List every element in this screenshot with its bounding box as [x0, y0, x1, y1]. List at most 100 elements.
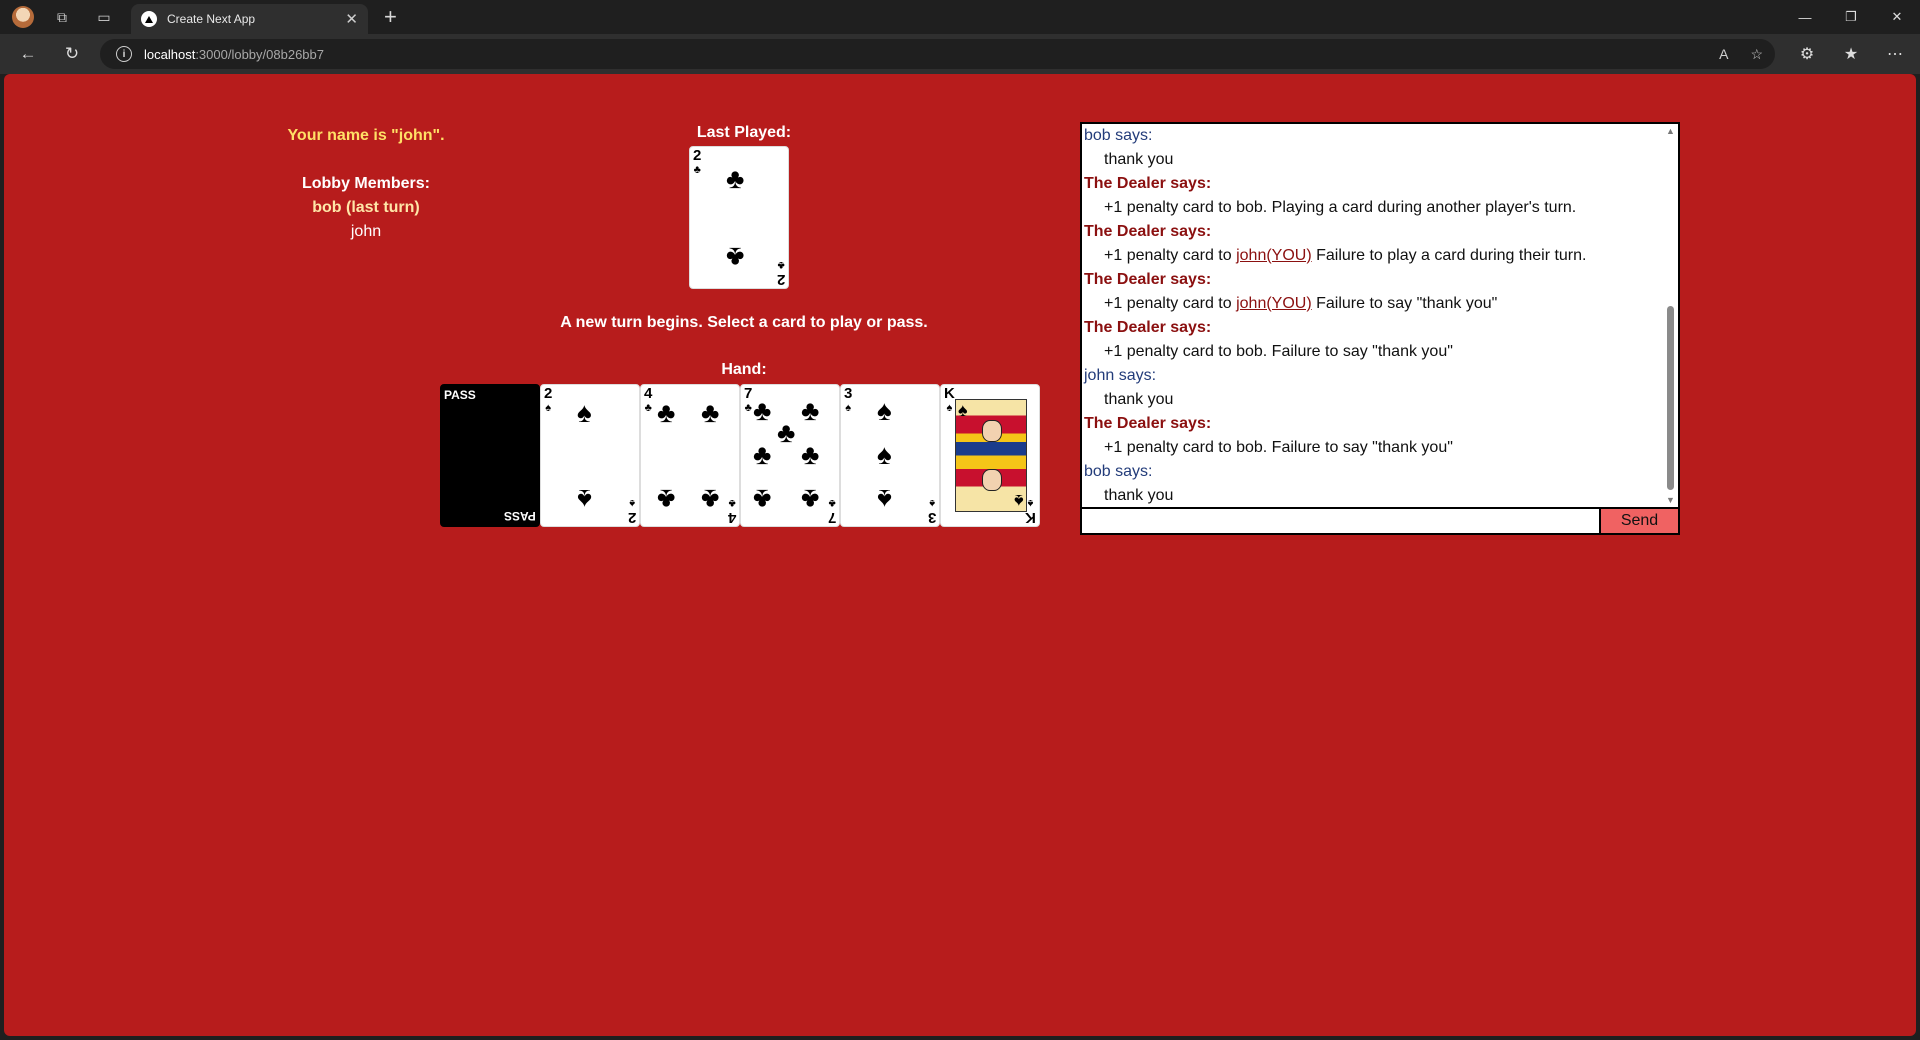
site-info-icon[interactable]: i	[116, 46, 132, 62]
message-body: +1 penalty card to john(YOU) Failure to …	[1104, 295, 1498, 312]
message-body: +1 penalty card to bob. Playing a card d…	[1104, 199, 1577, 216]
king-face	[982, 469, 1002, 491]
hand-card-3-spades[interactable]: 3 ♠ ♠ ♠ ♠ 3 ♠	[840, 384, 940, 527]
message-sender: The Dealer says:	[1084, 175, 1212, 192]
browser-tab-bar: ⧉ ▭ Create Next App ✕ + — ❐ ✕	[0, 0, 1920, 34]
tab-actions-icon[interactable]: ▭	[94, 7, 114, 27]
chat-panel: bob says: thank you The Dealer says: +1 …	[1080, 122, 1680, 535]
game-page: Your name is "john". Lobby Members: bob …	[4, 74, 1916, 1036]
hand-card-4-clubs[interactable]: 4 ♣ ♣ ♣ ♣ ♣ 4 ♣	[640, 384, 740, 527]
message-body: thank you	[1104, 151, 1174, 168]
scrollbar-thumb[interactable]	[1667, 306, 1674, 490]
message-sender: john says:	[1084, 367, 1157, 384]
club-icon: ♣	[701, 397, 720, 428]
spade-icon: ♠	[958, 400, 968, 420]
scroll-up-icon[interactable]: ▲	[1666, 126, 1675, 136]
club-icon: ♣	[801, 395, 820, 426]
nextjs-favicon-icon	[141, 11, 157, 27]
club-icon: ♣	[777, 417, 796, 448]
message-body: +1 penalty card to john(YOU) Failure to …	[1104, 247, 1587, 264]
message-sender: The Dealer says:	[1084, 271, 1212, 288]
card-corner: 2 ♠	[544, 385, 553, 414]
last-played-title: Last Played:	[696, 124, 792, 141]
card-corner: K ♠	[944, 385, 955, 414]
favorites-icon[interactable]: ★	[1836, 39, 1866, 69]
address-bar: ← ↻ i localhost:3000/lobby/08b26bb7 A ☆ …	[0, 34, 1920, 74]
chat-log[interactable]: bob says: thank you The Dealer says: +1 …	[1080, 122, 1680, 509]
lobby-member: john	[350, 223, 382, 240]
club-icon: ♣	[801, 484, 820, 515]
browser-tab[interactable]: Create Next App ✕	[131, 4, 368, 34]
scroll-down-icon[interactable]: ▼	[1666, 495, 1675, 505]
send-button[interactable]: Send	[1599, 507, 1680, 535]
message-sender: The Dealer says:	[1084, 319, 1212, 336]
chat-message: bob says: thank you	[1082, 460, 1678, 507]
club-icon: ♣	[657, 484, 676, 515]
club-icon: ♣	[753, 439, 772, 470]
spade-icon: ♠	[577, 484, 592, 515]
chat-input[interactable]	[1080, 507, 1601, 535]
spade-icon: ♠	[877, 484, 892, 515]
card-corner: 3 ♠	[844, 385, 853, 414]
chat-message: The Dealer says: +1 penalty card to bob.…	[1082, 172, 1678, 220]
message-body: +1 penalty card to bob. Failure to say "…	[1104, 439, 1453, 456]
hand-title: Hand:	[721, 361, 767, 378]
minimize-icon[interactable]: —	[1782, 0, 1828, 34]
close-tab-icon[interactable]: ✕	[345, 10, 358, 28]
spade-icon: ♠	[577, 397, 592, 428]
message-sender: The Dealer says:	[1084, 223, 1212, 240]
lobby-members-title: Lobby Members:	[301, 175, 430, 192]
user-mention-link[interactable]: john(YOU)	[1236, 295, 1312, 312]
message-sender: bob says:	[1084, 463, 1153, 480]
message-sender: bob says:	[1084, 127, 1153, 144]
url-path: :3000/lobby/08b26bb7	[195, 46, 324, 62]
card-corner: 2 ♣	[776, 259, 785, 288]
club-icon: ♣	[753, 484, 772, 515]
turn-status: A new turn begins. Select a card to play…	[560, 314, 928, 331]
card-corner: 4 ♣	[727, 497, 736, 526]
message-body: +1 penalty card to bob. Failure to say "…	[1104, 343, 1453, 360]
spade-icon: ♠	[877, 395, 892, 426]
refresh-icon[interactable]: ↻	[54, 39, 90, 69]
restore-icon[interactable]: ❐	[1828, 0, 1874, 34]
favorite-star-icon[interactable]: ☆	[1750, 46, 1763, 63]
lobby-member: bob (last turn)	[312, 199, 420, 216]
pass-label: PASS	[504, 509, 536, 523]
card-corner: 2 ♣	[693, 147, 702, 176]
king-face-art: ♠ ♠	[955, 399, 1027, 512]
card-corner: 4 ♣	[644, 385, 653, 414]
card-corner: 7 ♣	[744, 385, 753, 414]
user-mention-link[interactable]: john(YOU)	[1236, 247, 1312, 264]
hand-card-2-spades[interactable]: 2 ♠ ♠ ♠ 2 ♠	[540, 384, 640, 527]
player-info: Your name is "john". Lobby Members: bob …	[276, 124, 456, 244]
spade-icon: ♠	[877, 439, 892, 470]
profile-avatar[interactable]	[12, 6, 34, 28]
message-body: thank you	[1104, 487, 1174, 504]
url-field[interactable]: i localhost:3000/lobby/08b26bb7 A ☆	[100, 39, 1775, 69]
new-tab-icon[interactable]: +	[384, 6, 397, 28]
close-window-icon[interactable]: ✕	[1874, 0, 1920, 34]
extensions-icon[interactable]: ⚙	[1792, 39, 1822, 69]
more-menu-icon[interactable]: ⋯	[1880, 39, 1910, 69]
message-sender: The Dealer says:	[1084, 415, 1212, 432]
message-body: thank you	[1104, 391, 1174, 408]
last-played-card: 2 ♣ ♣ ♣ 2 ♣	[689, 146, 789, 289]
chat-scrollbar[interactable]: ▲ ▼	[1664, 124, 1678, 507]
card-corner: 2 ♠	[627, 497, 636, 526]
back-icon[interactable]: ←	[10, 39, 46, 69]
chat-message: The Dealer says: +1 penalty card to bob.…	[1082, 412, 1678, 460]
spade-icon: ♠	[1014, 491, 1024, 511]
hand-card-7-clubs[interactable]: 7 ♣ ♣ ♣ ♣ ♣ ♣ ♣ ♣ 7 ♣	[740, 384, 840, 527]
pass-card[interactable]: PASS PASS	[440, 384, 540, 527]
hand-card-k-spades[interactable]: K ♠ ♠ ♠ K ♠	[940, 384, 1040, 527]
club-icon: ♣	[801, 439, 820, 470]
read-aloud-icon[interactable]: A	[1719, 46, 1728, 62]
workspaces-icon[interactable]: ⧉	[52, 7, 72, 27]
club-icon: ♣	[726, 163, 745, 194]
chat-message: The Dealer says: +1 penalty card to john…	[1082, 220, 1678, 268]
pass-label: PASS	[444, 388, 476, 402]
card-corner: K ♠	[1025, 497, 1036, 526]
tab-title: Create Next App	[167, 12, 256, 26]
club-icon: ♣	[657, 397, 676, 428]
card-corner: 3 ♠	[927, 497, 936, 526]
